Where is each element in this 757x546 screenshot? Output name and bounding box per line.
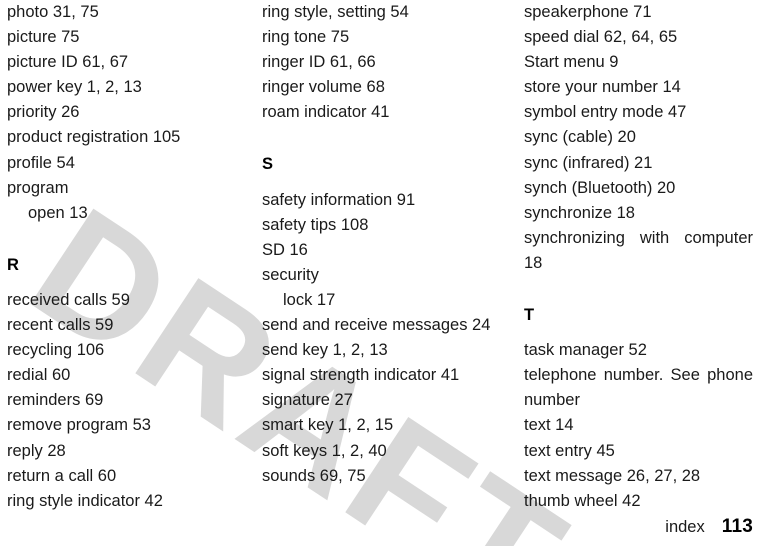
index-entry: ring tone 75	[262, 28, 350, 47]
index-entry: received calls 59	[7, 290, 130, 309]
index-entry: smart key 1, 2, 15	[262, 416, 394, 435]
index-entry: signature 27	[262, 391, 353, 410]
footer-section-label: index	[665, 518, 705, 536]
heading-spacer	[7, 278, 239, 288]
index-entry: picture ID 61, 67	[7, 53, 129, 72]
index-entry: ringer ID 61, 66	[262, 53, 376, 72]
index-entry: remove program 53	[7, 416, 151, 435]
index-entry: task manager 52	[524, 341, 647, 360]
index-entry: text entry 45	[524, 441, 615, 460]
index-entry: ringer volume 68	[262, 78, 385, 97]
index-entry: symbol entry mode 47	[524, 103, 687, 122]
heading-spacer	[262, 125, 493, 152]
index-entry: reply 28	[7, 441, 66, 460]
index-letter-heading: R	[7, 255, 19, 274]
index-entry: speed dial 62, 64, 65	[524, 28, 678, 47]
index-entry: roam indicator 41	[262, 103, 390, 122]
index-column-1: photo 31, 75 picture 75 picture ID 61, 67 p…	[7, 0, 239, 514]
footer-page-number: 113	[721, 516, 753, 537]
index-entry: safety tips 108	[262, 215, 369, 234]
index-entry: ring style, setting 54	[262, 3, 409, 21]
index-entry: photo 31, 75	[7, 3, 99, 21]
heading-spacer	[7, 226, 239, 253]
page-footer: index 113	[0, 516, 753, 538]
index-letter-heading: S	[262, 155, 274, 174]
index-letter-heading: T	[524, 306, 535, 325]
index-entry: thumb wheel 42	[524, 491, 641, 510]
index-entry: SD 16	[262, 240, 308, 259]
index-entry: program	[7, 178, 69, 197]
index-entry: sync (infrared) 21	[524, 153, 653, 172]
index-entry: recycling 106	[7, 341, 105, 360]
index-entry: return a call 60	[7, 466, 117, 485]
index-entry: priority 26	[7, 103, 80, 122]
index-column-2: ring style, setting 54 ring tone 75 ringer…	[262, 0, 493, 489]
index-entry: text message 26, 27, 28	[524, 466, 701, 485]
index-entry: picture 75	[7, 28, 80, 47]
index-entry: safety information 91	[262, 190, 416, 209]
index-subentry: lock 17	[283, 290, 336, 309]
index-subentry: open 13	[28, 203, 88, 222]
index-entry: sounds 69, 75	[262, 466, 366, 485]
index-page: DRAFT photo 31, 75 picture 75 picture ID 6…	[0, 0, 757, 546]
index-entry: security	[262, 265, 319, 284]
index-entry: speakerphone 71	[524, 3, 652, 21]
index-entry: power key 1, 2, 13	[7, 78, 142, 97]
heading-spacer	[524, 276, 753, 303]
index-entry: store your number 14	[524, 78, 681, 97]
index-entry: synchronizing with computer 18	[524, 228, 753, 272]
index-entry: synchronize 18	[524, 203, 635, 222]
index-entry: Start menu 9	[524, 53, 619, 72]
index-entry: ring style indicator 42	[7, 491, 163, 510]
index-entry: sync (cable) 20	[524, 128, 636, 147]
index-entry: synch (Bluetooth) 20	[524, 178, 676, 197]
index-entry: send and receive messages 24	[262, 316, 491, 335]
index-entry: redial 60	[7, 366, 71, 385]
heading-spacer	[524, 328, 753, 338]
index-entry: reminders 69	[7, 391, 104, 410]
index-entry: telephone number. See phone number	[524, 366, 753, 410]
index-entry: signal strength indicator 41	[262, 366, 460, 385]
index-column-3: speakerphone 71 speed dial 62, 64, 65 Star…	[524, 0, 753, 514]
index-entry: product registration 105	[7, 128, 181, 147]
heading-spacer	[262, 178, 493, 188]
index-entry: soft keys 1, 2, 40	[262, 441, 387, 460]
index-entry: profile 54	[7, 153, 75, 172]
index-entry: text 14	[524, 416, 574, 435]
index-entry: recent calls 59	[7, 316, 114, 335]
index-entry: send key 1, 2, 13	[262, 341, 388, 360]
